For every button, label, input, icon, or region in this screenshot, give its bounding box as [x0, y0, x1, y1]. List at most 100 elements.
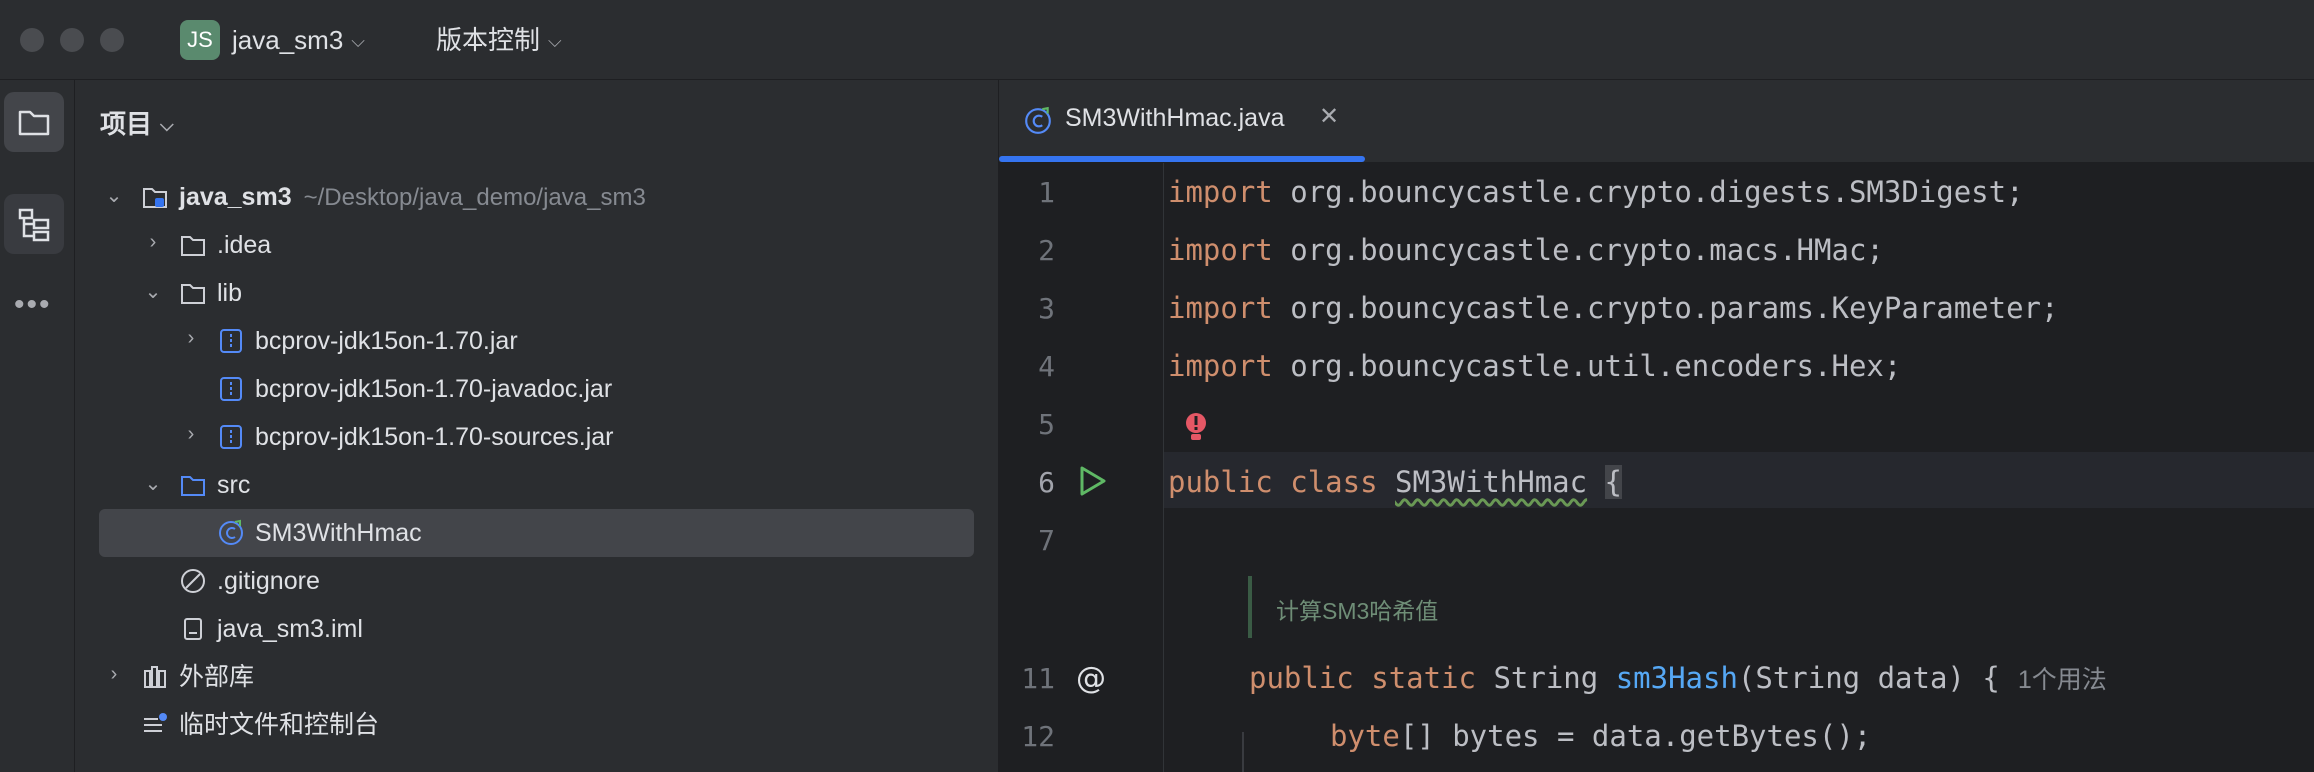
keyword: import — [1168, 233, 1273, 267]
chevron-right-icon[interactable]: › — [179, 327, 203, 350]
keyword: public — [1249, 661, 1354, 695]
method-params: (String data) { — [1737, 661, 2000, 695]
line-number: 11 — [1021, 662, 1055, 695]
line-number: 1 — [1038, 176, 1055, 209]
tree-item-jar[interactable]: › bcprov-jdk15on-1.70.jar — [75, 317, 998, 365]
window-zoom-button[interactable] — [100, 28, 124, 52]
chevron-down-icon[interactable]: ⌄ — [141, 471, 165, 496]
tree-item-label: SM3WithHmac — [255, 519, 422, 547]
import-path: org.bouncycastle.util.encoders.Hex; — [1290, 349, 1902, 383]
vcs-menu[interactable]: 版本控制 ⌵ — [436, 22, 562, 59]
scratches-icon — [144, 713, 167, 732]
panel-title[interactable]: 项目 ⌵ — [100, 104, 174, 141]
indent-guide — [1242, 732, 1244, 772]
project-tool-button[interactable] — [4, 92, 64, 152]
more-icon[interactable]: ••• — [14, 288, 52, 322]
tree-item-lib[interactable]: ⌄ lib — [75, 269, 998, 317]
structure-tool-button[interactable] — [4, 194, 64, 254]
bulb-error-icon[interactable] — [1182, 410, 1210, 444]
code-line: import org.bouncycastle.crypto.digests.S… — [1168, 172, 2024, 212]
run-icon[interactable] — [1075, 464, 1109, 498]
keyword: static — [1371, 661, 1476, 695]
code-line: public static String sm3Hash(String data… — [1249, 658, 2107, 700]
folder-icon — [143, 188, 167, 208]
folder-icon — [18, 110, 50, 136]
root-path: ~/Desktop/java_demo/java_sm3 — [303, 184, 646, 211]
import-path: org.bouncycastle.crypto.digests.SM3Diges… — [1290, 175, 2024, 209]
library-icon — [144, 666, 166, 688]
line-number: 4 — [1038, 350, 1055, 383]
gitignore-icon — [181, 569, 205, 593]
tree-item-main-class[interactable]: SM3WithHmac — [75, 509, 998, 557]
line-number: 12 — [1021, 720, 1055, 753]
keyword: import — [1168, 291, 1273, 325]
tree-item-root[interactable]: ⌄ java_sm3 ~/Desktop/java_demo/java_sm3 — [75, 173, 998, 221]
tree-item-iml[interactable]: java_sm3.iml — [75, 605, 998, 653]
usage-hint[interactable]: 1个用法 — [2018, 666, 2107, 694]
panel-title-label: 项目 — [100, 109, 153, 139]
tree-item-label: bcprov-jdk15on-1.70-sources.jar — [255, 423, 614, 451]
java-class-icon — [1025, 106, 1051, 134]
tree-item-label: .gitignore — [217, 567, 320, 595]
editor-tab-bar: SM3WithHmac.java ✕ — [999, 80, 2314, 163]
editor-tab[interactable]: SM3WithHmac.java ✕ — [999, 80, 1365, 162]
tree-item-label: 临时文件和控制台 — [179, 711, 380, 739]
tree-item-idea[interactable]: › .idea — [75, 221, 998, 269]
source-folder-icon — [181, 476, 205, 496]
chevron-down-icon: ⌵ — [548, 31, 562, 51]
tree-item-label: lib — [217, 279, 243, 307]
project-name: java_sm3 — [232, 25, 344, 55]
code-text: [] bytes = data.getBytes(); — [1399, 719, 1872, 753]
tree-item-label: 外部库 — [179, 663, 255, 691]
tree-item-external-libraries[interactable]: › 外部库 — [75, 653, 998, 701]
class-name: SM3WithHmac — [1395, 465, 1588, 499]
tree-item-label: java_sm3.iml — [217, 615, 363, 643]
chevron-right-icon[interactable]: › — [179, 423, 203, 446]
project-badge: JS — [180, 20, 220, 60]
chevron-right-icon[interactable]: › — [102, 663, 126, 686]
code-editor[interactable]: SM3WithHmac.java ✕ 1 2 3 4 5 6 7 11 12 @… — [999, 80, 2314, 772]
project-switcher[interactable]: java_sm3 ⌵ — [232, 22, 365, 59]
tree-item-label: bcprov-jdk15on-1.70.jar — [255, 327, 518, 355]
jar-icon — [220, 425, 242, 449]
chevron-down-icon[interactable]: ⌄ — [102, 183, 126, 208]
jar-icon — [220, 329, 242, 353]
line-number: 2 — [1038, 234, 1055, 267]
line-number: 5 — [1038, 408, 1055, 441]
tree-item-jar[interactable]: › bcprov-jdk15on-1.70-sources.jar — [75, 413, 998, 461]
code-line: import org.bouncycastle.crypto.macs.HMac… — [1168, 230, 1884, 270]
at-override-icon[interactable]: @ — [1073, 660, 1109, 696]
method-name: sm3Hash — [1615, 661, 1738, 695]
window-minimize-button[interactable] — [60, 28, 84, 52]
tree-item-gitignore[interactable]: .gitignore — [75, 557, 998, 605]
java-class-icon — [219, 519, 243, 545]
code-line: import org.bouncycastle.util.encoders.He… — [1168, 346, 1901, 386]
structure-icon — [18, 208, 50, 242]
keyword: public — [1168, 465, 1273, 499]
window-close-button[interactable] — [20, 28, 44, 52]
keyword: import — [1168, 349, 1273, 383]
matched-brace: { — [1604, 465, 1623, 499]
tree-item-jar[interactable]: bcprov-jdk15on-1.70-javadoc.jar — [75, 365, 998, 413]
svg-text:@: @ — [1076, 661, 1106, 696]
tree-item-label: src — [217, 471, 251, 499]
import-path: org.bouncycastle.crypto.macs.HMac; — [1290, 233, 1884, 267]
code-line: import org.bouncycastle.crypto.params.Ke… — [1168, 288, 2058, 328]
line-number: 6 — [1038, 466, 1055, 499]
active-tab-indicator — [999, 156, 1365, 162]
close-icon[interactable]: ✕ — [1319, 102, 1339, 131]
keyword: import — [1168, 175, 1273, 209]
code-line: public class SM3WithHmac { — [1168, 462, 1623, 502]
chevron-right-icon[interactable]: › — [141, 231, 165, 254]
doc-comment-bar — [1248, 576, 1252, 638]
tree-item-src[interactable]: ⌄ src — [75, 461, 998, 509]
line-number: 7 — [1038, 524, 1055, 557]
root-name: java_sm3 — [179, 183, 292, 211]
tree-item-label: .idea — [217, 231, 272, 259]
vcs-label: 版本控制 — [436, 25, 541, 55]
tree-item-label: bcprov-jdk15on-1.70-javadoc.jar — [255, 375, 613, 403]
chevron-down-icon[interactable]: ⌄ — [141, 279, 165, 304]
tree-item-scratches[interactable]: 临时文件和控制台 — [75, 701, 998, 749]
import-path: org.bouncycastle.crypto.params.KeyParame… — [1290, 291, 2059, 325]
jar-icon — [220, 377, 242, 401]
